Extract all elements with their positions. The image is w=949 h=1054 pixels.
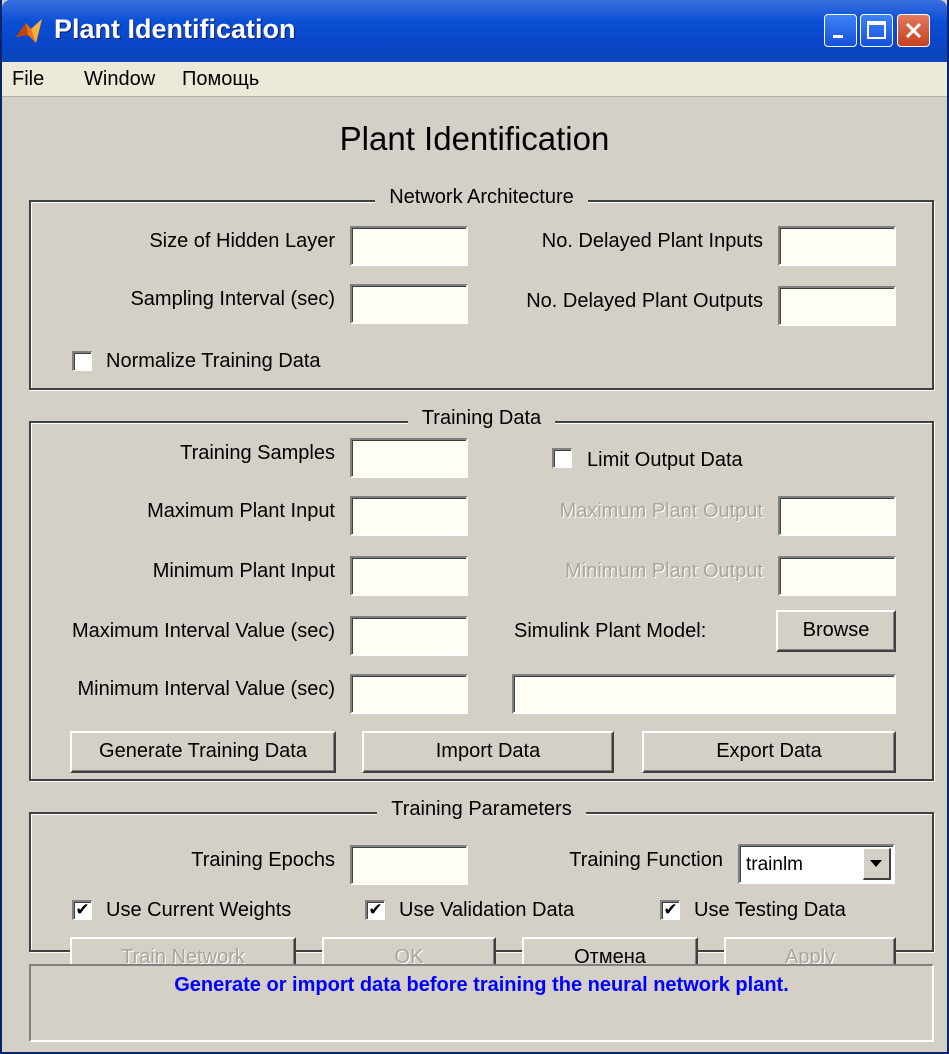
training-epochs-label: Training Epochs xyxy=(191,849,335,871)
min-plant-output-label: Minimum Plant Output xyxy=(565,560,763,582)
normalize-checkbox[interactable] xyxy=(72,351,92,371)
normalize-label: Normalize Training Data xyxy=(106,350,321,372)
min-interval-label: Minimum Interval Value (sec) xyxy=(77,678,335,700)
menu-help[interactable]: Помощь xyxy=(182,68,259,91)
title-bar[interactable]: Plant Identification xyxy=(2,0,947,62)
use-validation-data-checkbox[interactable]: ✔ xyxy=(365,900,385,920)
dropdown-arrow-button[interactable] xyxy=(863,848,891,880)
use-current-weights-label: Use Current Weights xyxy=(106,899,292,921)
matlab-logo-icon xyxy=(16,19,42,43)
plant-identification-window: Plant Identification File Window Помощь … xyxy=(0,0,949,1054)
delayed-inputs-input[interactable] xyxy=(778,226,896,266)
training-function-select[interactable]: trainlm xyxy=(738,844,895,884)
use-testing-data-label: Use Testing Data xyxy=(694,899,846,921)
max-plant-output-label: Maximum Plant Output xyxy=(559,500,763,522)
close-button[interactable] xyxy=(897,14,930,47)
simulink-model-label: Simulink Plant Model: xyxy=(514,620,707,642)
hidden-layer-input[interactable] xyxy=(350,226,468,266)
min-plant-input-label: Minimum Plant Input xyxy=(152,560,335,582)
training-samples-label: Training Samples xyxy=(180,442,335,464)
use-testing-data-checkbox[interactable]: ✔ xyxy=(660,900,680,920)
minimize-icon xyxy=(833,35,843,38)
training-epochs-input[interactable] xyxy=(350,845,468,885)
min-plant-output-input[interactable] xyxy=(778,556,896,596)
sampling-interval-label: Sampling Interval (sec) xyxy=(130,288,335,310)
training-function-label: Training Function xyxy=(569,849,723,871)
chevron-down-icon xyxy=(870,860,882,867)
use-current-weights-checkbox[interactable]: ✔ xyxy=(72,900,92,920)
status-message: Generate or import data before training … xyxy=(174,974,789,996)
simulink-model-input[interactable] xyxy=(512,674,896,714)
network-architecture-title: Network Architecture xyxy=(375,186,588,208)
maximize-button[interactable] xyxy=(860,14,893,47)
browse-button[interactable]: Browse xyxy=(776,610,896,652)
max-plant-output-input[interactable] xyxy=(778,496,896,536)
limit-output-checkbox[interactable] xyxy=(552,448,572,468)
menu-window[interactable]: Window xyxy=(84,68,155,91)
max-interval-label: Maximum Interval Value (sec) xyxy=(71,620,335,642)
delayed-outputs-input[interactable] xyxy=(778,286,896,326)
use-validation-data-label: Use Validation Data xyxy=(399,899,575,921)
training-parameters-title: Training Parameters xyxy=(377,798,586,820)
close-icon xyxy=(905,22,922,39)
generate-training-data-button[interactable]: Generate Training Data xyxy=(70,731,336,773)
window-title: Plant Identification xyxy=(54,14,296,44)
sampling-interval-input[interactable] xyxy=(350,284,468,324)
min-plant-input-field[interactable] xyxy=(350,556,468,596)
page-title: Plant Identification xyxy=(339,120,610,157)
menu-file[interactable]: File xyxy=(12,68,44,91)
max-plant-input-label: Maximum Plant Input xyxy=(147,500,335,522)
min-interval-input[interactable] xyxy=(350,674,468,714)
training-function-value: trainlm xyxy=(746,854,804,875)
training-data-title: Training Data xyxy=(407,407,556,429)
training-data-group: Training Data xyxy=(29,407,934,781)
max-interval-input[interactable] xyxy=(350,616,468,656)
export-data-button[interactable]: Export Data xyxy=(642,731,896,773)
import-data-button[interactable]: Import Data xyxy=(362,731,614,773)
training-samples-input[interactable] xyxy=(350,438,468,478)
minimize-button[interactable] xyxy=(824,14,857,47)
delayed-outputs-label: No. Delayed Plant Outputs xyxy=(526,290,763,312)
status-bar: Generate or import data before training … xyxy=(29,964,934,1042)
limit-output-label: Limit Output Data xyxy=(587,449,743,471)
hidden-layer-label: Size of Hidden Layer xyxy=(149,230,335,252)
delayed-inputs-label: No. Delayed Plant Inputs xyxy=(541,230,763,252)
maximize-icon xyxy=(867,21,886,39)
max-plant-input-field[interactable] xyxy=(350,496,468,536)
menu-bar: File Window Помощь xyxy=(2,62,947,97)
